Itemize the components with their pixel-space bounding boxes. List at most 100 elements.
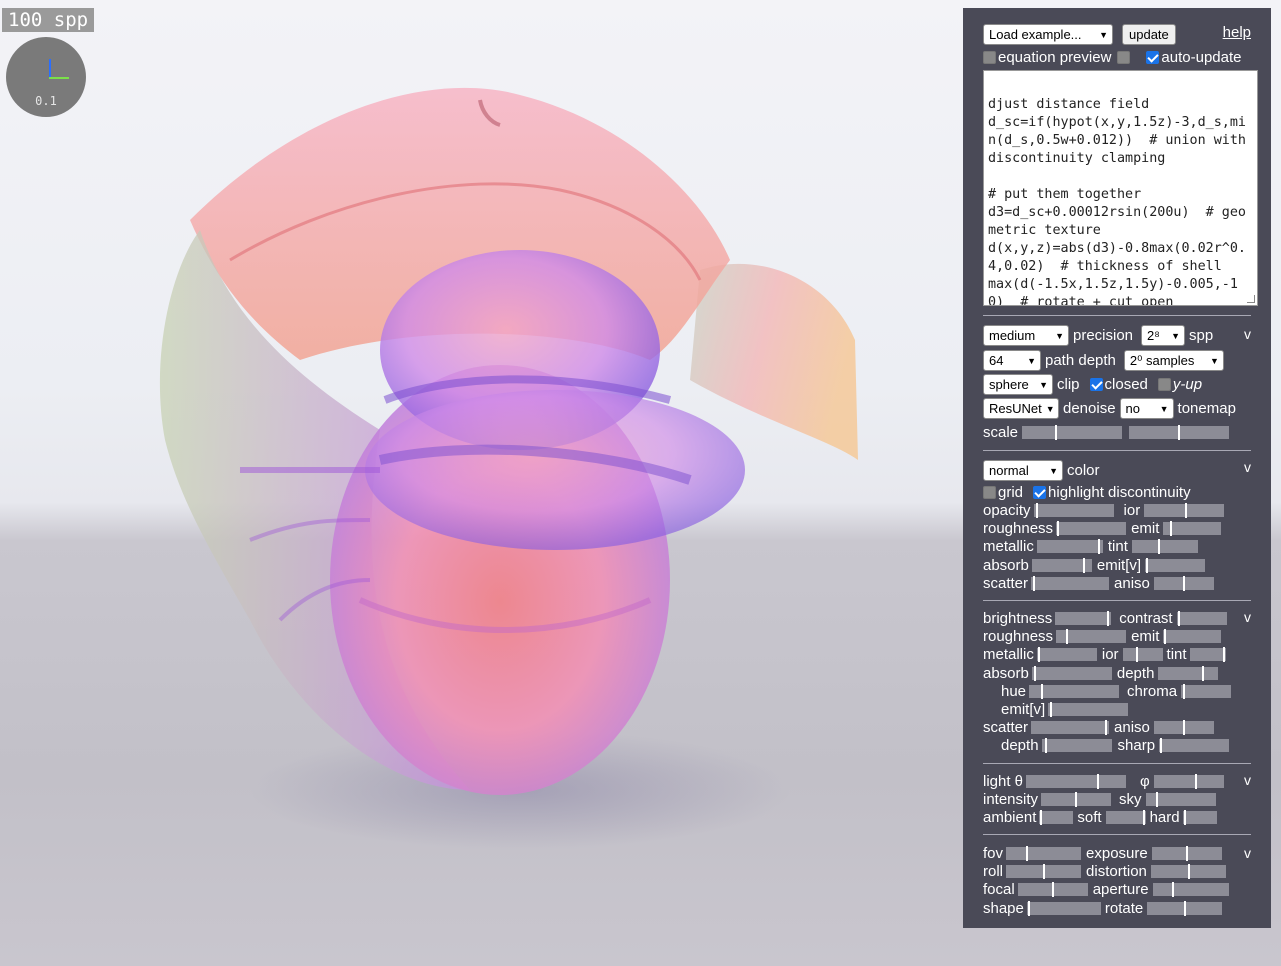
slider-thumb[interactable] [1040,810,1043,825]
value-slider[interactable] [1150,864,1226,879]
value-slider[interactable] [1144,503,1225,518]
color-mode-select[interactable]: normal ▼ [983,460,1063,481]
denoise-select[interactable]: ResUNet ▼ [983,398,1059,419]
value-slider[interactable] [1131,539,1198,554]
slider-thumb[interactable] [1171,882,1174,897]
slider-thumb[interactable] [1164,629,1167,644]
slider-thumb[interactable] [1041,684,1044,699]
value-slider[interactable] [1145,558,1206,573]
value-slider[interactable] [1006,864,1082,879]
value-slider[interactable] [1029,684,1120,699]
value-slider[interactable] [1036,647,1097,662]
value-slider[interactable] [1151,846,1222,861]
value-slider[interactable] [1055,611,1112,626]
value-slider[interactable] [1105,810,1146,825]
axis-orientation-widget[interactable]: 0.1 [6,37,86,117]
auto-update-checkbox[interactable] [1146,51,1160,64]
value-slider[interactable] [1031,666,1112,681]
slider-thumb[interactable] [1050,702,1053,717]
value-slider[interactable] [1006,846,1082,861]
value-slider[interactable] [1031,720,1110,735]
slider-thumb[interactable] [1055,425,1058,440]
slider-thumb[interactable] [1183,684,1186,699]
slider-thumb[interactable] [1160,738,1163,753]
value-slider[interactable] [1031,576,1110,591]
closed-checkbox[interactable] [1089,378,1103,391]
slider-thumb[interactable] [1222,647,1225,662]
precision-select[interactable]: medium ▼ [983,325,1069,346]
slider-thumb[interactable] [1105,720,1108,735]
value-slider[interactable] [1031,558,1092,573]
slider-thumb[interactable] [1182,720,1185,735]
slider-thumb[interactable] [1182,576,1185,591]
value-slider[interactable] [1056,629,1127,644]
path-depth-select[interactable]: 64 ▼ [983,350,1041,371]
help-link[interactable]: help [1223,24,1251,41]
slider-thumb[interactable] [1183,810,1186,825]
value-slider[interactable] [1189,647,1226,662]
value-slider[interactable] [1026,901,1101,916]
slider-thumb[interactable] [1155,792,1158,807]
value-slider[interactable] [1182,810,1217,825]
slider-thumb[interactable] [1066,629,1069,644]
resize-handle-icon[interactable] [1247,295,1255,303]
slider-thumb[interactable] [1035,503,1038,518]
value-slider[interactable] [1176,611,1227,626]
value-slider[interactable] [1153,774,1224,789]
slider-thumb[interactable] [1057,521,1060,536]
slider-thumb[interactable] [1027,901,1030,916]
slider-thumb[interactable] [1097,539,1100,554]
value-slider[interactable] [1152,882,1229,897]
value-slider[interactable] [1056,521,1127,536]
value-slider[interactable] [1017,882,1088,897]
slider-thumb[interactable] [1185,503,1188,518]
value-slider[interactable] [1039,810,1074,825]
clip-select[interactable]: sphere ▼ [983,374,1053,395]
value-slider[interactable] [1033,503,1114,518]
equation-editor[interactable]: djust distance field d_sc=if(hypot(x,y,1… [983,70,1258,306]
extra-option-checkbox[interactable] [1117,51,1131,64]
slider-thumb[interactable] [1033,666,1036,681]
render-section-toggle[interactable]: v [1244,326,1251,342]
slider-thumb[interactable] [1135,647,1138,662]
value-slider[interactable] [1181,684,1232,699]
slider-thumb[interactable] [1187,864,1190,879]
value-slider[interactable] [1159,738,1230,753]
slider-thumb[interactable] [1026,846,1029,861]
update-button[interactable]: update [1122,24,1176,45]
material-section-toggle[interactable]: v [1244,459,1251,475]
y-up-checkbox[interactable] [1157,378,1171,391]
slider-thumb[interactable] [1075,792,1078,807]
scale-fine-slider[interactable] [1129,425,1230,440]
scale-slider[interactable] [1022,425,1123,440]
slider-thumb[interactable] [1044,738,1047,753]
value-slider[interactable] [1036,539,1103,554]
slider-thumb[interactable] [1170,521,1173,536]
slider-thumb[interactable] [1202,666,1205,681]
value-slider[interactable] [1147,901,1223,916]
load-example-select[interactable]: Load example... ▼ [983,24,1113,45]
slider-thumb[interactable] [1177,611,1180,626]
slider-thumb[interactable] [1051,882,1054,897]
value-slider[interactable] [1153,720,1214,735]
value-slider[interactable] [1048,702,1129,717]
spp-select[interactable]: 2⁸ ▼ [1141,325,1186,346]
value-slider[interactable] [1041,792,1112,807]
slider-thumb[interactable] [1037,647,1040,662]
slider-thumb[interactable] [1043,864,1046,879]
highlight-discontinuity-checkbox[interactable] [1033,486,1047,499]
slider-thumb[interactable] [1146,558,1149,573]
value-slider[interactable] [1153,576,1214,591]
slider-thumb[interactable] [1184,901,1187,916]
slider-thumb[interactable] [1185,846,1188,861]
value-slider[interactable] [1122,647,1163,662]
grid-checkbox[interactable] [983,486,996,499]
slider-thumb[interactable] [1142,810,1145,825]
slider-thumb[interactable] [1178,425,1181,440]
value-slider[interactable] [1158,666,1219,681]
equation-preview-checkbox[interactable] [983,51,996,64]
tonemap-select[interactable]: no ▼ [1119,398,1174,419]
value-slider[interactable] [1041,738,1112,753]
slider-thumb[interactable] [1107,611,1110,626]
value-slider[interactable] [1145,792,1216,807]
